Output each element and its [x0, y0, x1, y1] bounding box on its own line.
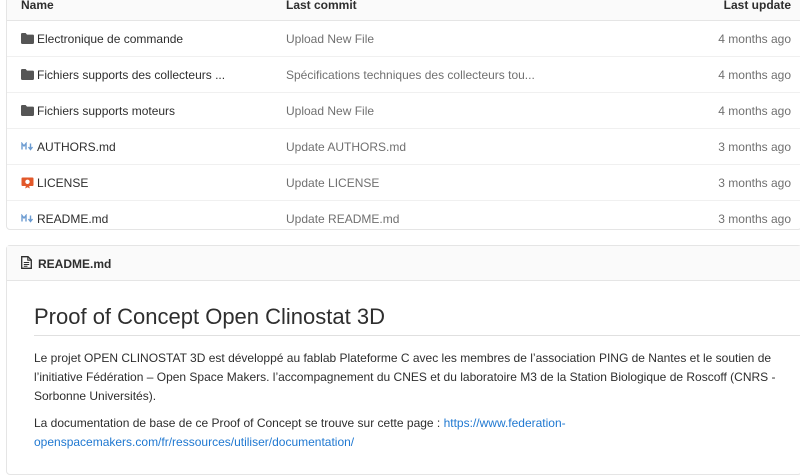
commit-message[interactable]: Upload New File	[286, 104, 374, 118]
folder-icon	[21, 104, 34, 117]
markdown-icon	[21, 140, 34, 153]
markdown-icon	[21, 212, 34, 225]
file-name[interactable]: AUTHORS.md	[37, 140, 116, 154]
last-update: 4 months ago	[718, 32, 791, 46]
license-icon	[21, 176, 34, 189]
folder-icon	[21, 32, 34, 45]
last-update: 3 months ago	[718, 212, 791, 226]
file-icon	[21, 256, 32, 272]
commit-message[interactable]: Update LICENSE	[286, 176, 379, 190]
last-update: 4 months ago	[718, 104, 791, 118]
file-row[interactable]: Fichiers supports des collecteurs ... Sp…	[7, 57, 800, 93]
readme-paragraph: La documentation de base de ce Proof of …	[34, 414, 779, 452]
header-last-commit: Last commit	[286, 0, 357, 12]
last-update: 4 months ago	[718, 68, 791, 82]
commit-message[interactable]: Upload New File	[286, 32, 374, 46]
paragraph-text: La documentation de base de ce Proof of …	[34, 416, 444, 430]
readme-panel: README.md Proof of Concept Open Clinosta…	[6, 245, 800, 475]
readme-filename: README.md	[38, 257, 112, 271]
file-row[interactable]: README.md Update README.md 3 months ago	[7, 201, 800, 236]
folder-icon	[21, 68, 34, 81]
file-name[interactable]: README.md	[37, 212, 108, 226]
file-row[interactable]: Electronique de commande Upload New File…	[7, 21, 800, 57]
readme-title: Proof of Concept Open Clinostat 3D	[34, 304, 385, 329]
file-name[interactable]: Fichiers supports moteurs	[37, 104, 175, 118]
readme-header: README.md	[7, 246, 800, 281]
file-row[interactable]: AUTHORS.md Update AUTHORS.md 3 months ag…	[7, 129, 800, 165]
commit-message[interactable]: Update AUTHORS.md	[286, 140, 406, 154]
file-row[interactable]: LICENSE Update LICENSE 3 months ago	[7, 165, 800, 201]
file-name[interactable]: Fichiers supports des collecteurs ...	[37, 68, 225, 82]
commit-message[interactable]: Spécifications techniques des collecteur…	[286, 68, 535, 82]
file-row[interactable]: Fichiers supports moteurs Upload New Fil…	[7, 93, 800, 129]
file-table-header: Name Last commit Last update	[7, 0, 800, 21]
header-name: Name	[21, 0, 54, 12]
file-name[interactable]: LICENSE	[37, 176, 88, 190]
title-divider	[34, 335, 800, 336]
commit-message[interactable]: Update README.md	[286, 212, 399, 226]
header-last-update: Last update	[723, 0, 791, 12]
readme-paragraph: Le projet OPEN CLINOSTAT 3D est développ…	[34, 351, 776, 403]
last-update: 3 months ago	[718, 176, 791, 190]
file-name[interactable]: Electronique de commande	[37, 32, 183, 46]
file-table: Name Last commit Last update Electroniqu…	[6, 0, 800, 230]
last-update: 3 months ago	[718, 140, 791, 154]
